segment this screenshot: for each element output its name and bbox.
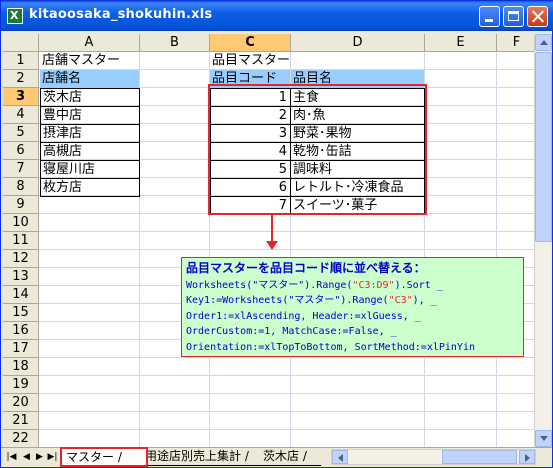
row-header-14[interactable]: 14 bbox=[3, 286, 39, 304]
cell-a4[interactable]: 豊中店 bbox=[40, 106, 140, 125]
sheet-tab-youto[interactable]: 用途店別売上集計 / bbox=[141, 448, 261, 466]
spreadsheet-grid[interactable]: A B C D E F 1 2 3 4 5 6 7 8 9 10 11 12 13 14 15 16 17 18 1… bbox=[3, 34, 534, 447]
cell-a7[interactable]: 寝屋川店 bbox=[40, 160, 140, 179]
vertical-scrollbar[interactable] bbox=[534, 34, 552, 447]
scroll-right-button[interactable] bbox=[519, 450, 535, 464]
vertical-scroll-thumb[interactable] bbox=[535, 52, 552, 242]
sheet-tab-bar: |◀ ◀ ▶ ▶| 用途店別売上集計 / 茨木店 / マスター / bbox=[1, 447, 552, 467]
row-header-13[interactable]: 13 bbox=[3, 268, 39, 286]
code-title: 品目マスターを品目コード順に並べ替える： bbox=[186, 261, 426, 275]
vba-code-textbox[interactable]: 品目マスターを品目コード順に並べ替える： Worksheets("マスター").… bbox=[181, 257, 524, 357]
window-title: kitaoosaka_shokuhin.xls bbox=[29, 7, 213, 22]
row-header-7[interactable]: 7 bbox=[3, 160, 39, 178]
maximize-button[interactable] bbox=[503, 6, 524, 27]
grid-line bbox=[39, 429, 534, 430]
title-bar[interactable]: X kitaoosaka_shokuhin.xls bbox=[1, 1, 553, 31]
horizontal-scroll-thumb[interactable] bbox=[442, 450, 517, 464]
arrow-down-icon bbox=[540, 436, 548, 441]
item-table-highlight bbox=[208, 84, 427, 215]
scroll-up-button[interactable] bbox=[535, 34, 552, 51]
row-header-17[interactable]: 17 bbox=[3, 340, 39, 358]
cell-a2[interactable]: 店舗名 bbox=[40, 70, 139, 88]
prev-sheet-button[interactable]: ◀ bbox=[20, 450, 33, 464]
row-header-15[interactable]: 15 bbox=[3, 304, 39, 322]
grid-line bbox=[39, 249, 534, 250]
minimize-icon bbox=[485, 19, 493, 22]
arrow-up-icon bbox=[540, 40, 548, 45]
row-header-1[interactable]: 1 bbox=[3, 52, 39, 70]
row-header-4[interactable]: 4 bbox=[3, 106, 39, 124]
cell-a8[interactable]: 枚方店 bbox=[40, 178, 140, 197]
row-header-20[interactable]: 20 bbox=[3, 394, 39, 412]
row-header-3[interactable]: 3 bbox=[3, 88, 39, 106]
row-header-5[interactable]: 5 bbox=[3, 124, 39, 142]
row-header-21[interactable]: 21 bbox=[3, 412, 39, 430]
column-header-a[interactable]: A bbox=[39, 34, 140, 52]
grid-line bbox=[39, 393, 534, 394]
maximize-icon bbox=[508, 11, 519, 21]
column-header-f[interactable]: F bbox=[497, 34, 534, 52]
column-header-e[interactable]: E bbox=[425, 34, 497, 52]
arrow-down-icon bbox=[266, 241, 278, 250]
arrow-right-icon bbox=[525, 454, 530, 462]
cell-a3[interactable]: 茨木店 bbox=[40, 88, 140, 107]
excel-app-icon[interactable]: X bbox=[7, 8, 23, 24]
scroll-down-button[interactable] bbox=[535, 430, 552, 447]
row-header-18[interactable]: 18 bbox=[3, 358, 39, 376]
row-header-6[interactable]: 6 bbox=[3, 142, 39, 160]
column-header-b[interactable]: B bbox=[140, 34, 210, 52]
scroll-left-button[interactable] bbox=[332, 450, 348, 464]
close-button[interactable] bbox=[527, 6, 548, 27]
row-header-2[interactable]: 2 bbox=[3, 70, 39, 88]
next-sheet-button[interactable]: ▶ bbox=[33, 450, 46, 464]
row-header-22[interactable]: 22 bbox=[3, 430, 39, 447]
arrow-left-icon bbox=[338, 454, 343, 462]
column-header-d[interactable]: D bbox=[291, 34, 425, 52]
sheet-tab-ibaraki[interactable]: 茨木店 / bbox=[259, 448, 321, 466]
first-sheet-button[interactable]: |◀ bbox=[5, 450, 18, 464]
sheet-tab-master[interactable]: マスター / bbox=[60, 447, 148, 467]
row-header-19[interactable]: 19 bbox=[3, 376, 39, 394]
cell-c1[interactable]: 品目マスター bbox=[210, 52, 340, 70]
grid-line bbox=[39, 357, 534, 358]
row-header-16[interactable]: 16 bbox=[3, 322, 39, 340]
row-header-8[interactable]: 8 bbox=[3, 178, 39, 196]
grid-line bbox=[39, 411, 534, 412]
row-header-11[interactable]: 11 bbox=[3, 232, 39, 250]
select-all-corner[interactable] bbox=[3, 34, 39, 52]
cell-a1[interactable]: 店舗マスター bbox=[40, 52, 139, 70]
minimize-button[interactable] bbox=[479, 6, 500, 27]
grid-line bbox=[39, 231, 534, 232]
cell-a6[interactable]: 高槻店 bbox=[40, 142, 140, 161]
horizontal-scrollbar[interactable] bbox=[331, 449, 536, 465]
row-header-12[interactable]: 12 bbox=[3, 250, 39, 268]
excel-window: X kitaoosaka_shokuhin.xls A B C D E F 12… bbox=[0, 0, 553, 468]
grid-line bbox=[39, 375, 534, 376]
row-header-10[interactable]: 10 bbox=[3, 214, 39, 232]
last-sheet-button[interactable]: ▶| bbox=[46, 450, 59, 464]
row-header-9[interactable]: 9 bbox=[3, 196, 39, 214]
cell-a5[interactable]: 摂津店 bbox=[40, 124, 140, 143]
column-header-c[interactable]: C bbox=[210, 34, 291, 52]
